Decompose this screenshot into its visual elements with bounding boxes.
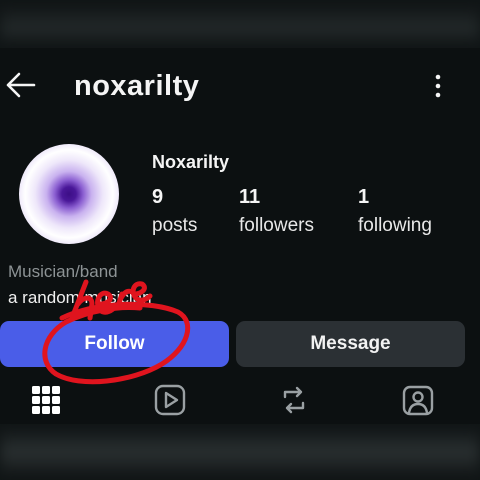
profile-screen: noxarilty Noxarilty 9 posts 11 followers… [0,48,480,424]
blurred-top-border [0,0,480,48]
following-count: 1 [358,186,370,208]
stat-posts[interactable]: 9 posts [152,186,197,237]
vertical-dots-icon[interactable] [428,72,448,100]
arrow-left-icon[interactable] [4,70,38,100]
profile-bio: a random musician [8,288,152,307]
blurred-bottom-border [0,424,480,480]
followers-count: 11 [239,186,261,208]
profile-category: Musician/band [8,262,118,281]
tagged-person-icon[interactable] [400,382,436,418]
top-bar: noxarilty [0,48,480,120]
message-button[interactable]: Message [236,321,465,367]
posts-label: posts [152,215,198,236]
grid-icon[interactable] [28,382,64,418]
follow-button[interactable]: Follow [0,321,229,367]
reels-play-icon[interactable] [152,382,188,418]
profile-tabs [0,378,480,418]
display-name: Noxarilty [152,152,230,172]
avatar[interactable] [19,144,119,244]
posts-count: 9 [152,186,164,208]
stat-following[interactable]: 1 following [358,186,432,237]
stat-followers[interactable]: 11 followers [239,186,314,237]
profile-username: noxarilty [74,70,200,102]
repost-icon[interactable] [276,382,312,418]
followers-label: followers [239,215,314,236]
following-label: following [358,215,432,236]
